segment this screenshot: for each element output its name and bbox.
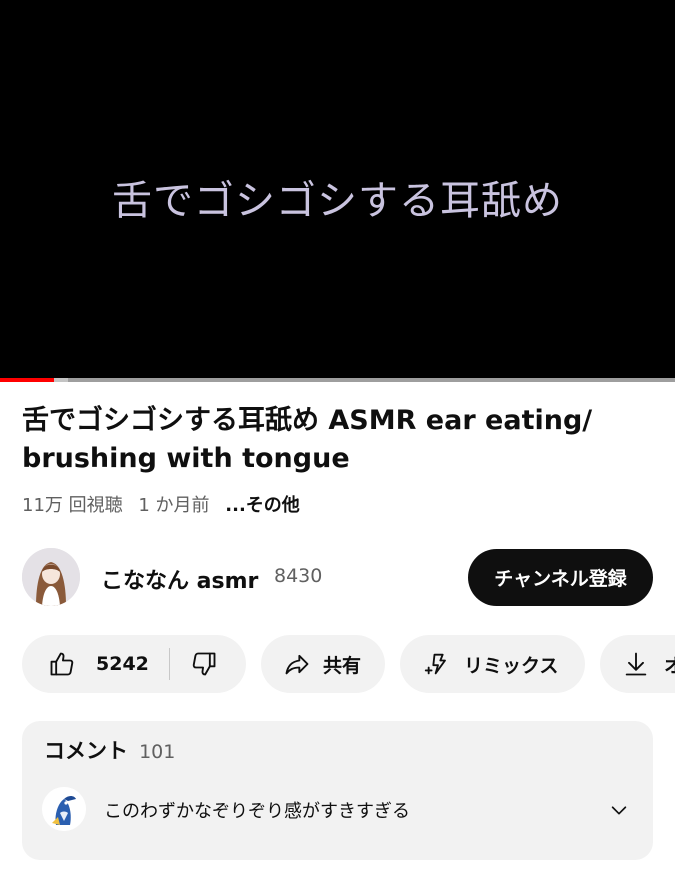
progress-bar[interactable] <box>0 378 675 382</box>
video-title[interactable]: 舌でゴシゴシする耳舐め ASMR ear eating/ brushing wi… <box>22 402 652 478</box>
comments-header: コメント 101 <box>44 735 175 765</box>
video-player[interactable]: 舌でゴシゴシする耳舐め <box>0 0 675 378</box>
video-meta[interactable]: 11万 回視聴 1 か月前 ...その他 <box>22 491 310 517</box>
share-label: 共有 <box>323 654 362 677</box>
progress-played <box>0 378 54 382</box>
remix-icon <box>424 650 452 678</box>
channel-avatar[interactable] <box>22 548 80 606</box>
chevron-down-icon[interactable] <box>608 799 630 825</box>
subscriber-count: 8430 <box>274 565 323 587</box>
share-button[interactable]: 共有 <box>261 635 385 693</box>
progress-buffer <box>54 378 68 382</box>
download-button[interactable]: オ <box>600 635 675 693</box>
top-comment-text: このわずかなぞりぞり感がすきすぎる <box>104 801 410 822</box>
subscribe-button[interactable]: チャンネル登録 <box>468 549 653 606</box>
thumb-up-icon <box>48 650 76 678</box>
upload-age: 1 か月前 <box>138 495 210 516</box>
like-dislike-group: 5242 <box>22 635 246 693</box>
view-count: 11万 回視聴 <box>22 495 123 516</box>
download-label: オ <box>664 654 675 677</box>
share-arrow-icon <box>283 650 311 678</box>
channel-name[interactable]: こななん asmr <box>101 563 258 595</box>
like-button[interactable]: 5242 <box>22 635 149 693</box>
action-bar: 5242 共有 リミックス オ <box>22 635 675 693</box>
thumb-down-icon <box>190 650 218 678</box>
remix-button[interactable]: リミックス <box>400 635 585 693</box>
video-frame-text: 舌でゴシゴシする耳舐め <box>112 178 563 224</box>
dislike-button[interactable] <box>170 635 218 693</box>
remix-label: リミックス <box>464 654 559 677</box>
comments-count: 101 <box>139 741 176 763</box>
comments-panel[interactable]: コメント 101 このわずかなぞりぞり感がすきすぎる <box>22 721 653 860</box>
comments-label: コメント <box>44 739 128 763</box>
like-count: 5242 <box>96 653 149 675</box>
download-icon <box>622 650 650 678</box>
more-link[interactable]: ...その他 <box>225 495 300 516</box>
commenter-avatar[interactable] <box>42 787 86 831</box>
